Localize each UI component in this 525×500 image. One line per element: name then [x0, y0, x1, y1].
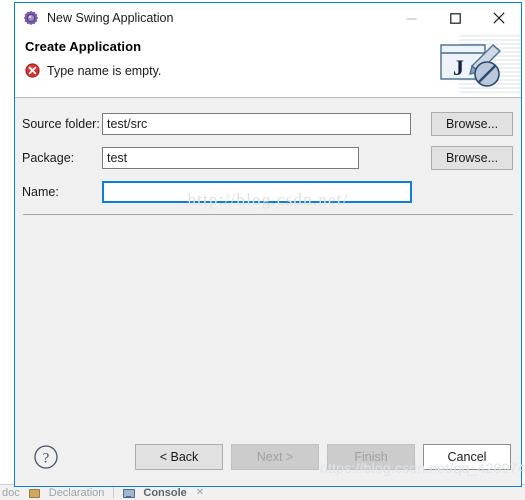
back-button[interactable]: < Back: [135, 444, 223, 470]
form-separator: [23, 214, 513, 215]
new-swing-application-dialog: New Swing Application Create Application: [14, 2, 525, 487]
background-tab-label: Console: [143, 486, 187, 499]
package-input[interactable]: [102, 147, 359, 169]
dialog-footer: ? < Back Next > Finish Cancel https://bl…: [15, 428, 525, 486]
source-folder-browse-button[interactable]: Browse...: [431, 112, 513, 136]
tab-divider: [113, 487, 115, 498]
source-folder-input[interactable]: [102, 113, 411, 135]
svg-text:J: J: [453, 55, 464, 80]
dialog-title: New Swing Application: [47, 11, 174, 25]
java-wizard-banner-icon: J: [431, 33, 521, 97]
tab-close-icon[interactable]: ✕: [196, 487, 204, 498]
eclipse-desktop-background: doc Declaration Console ✕ New Swing Appl…: [0, 0, 525, 500]
form-row-source-folder: Source folder: Browse...: [15, 112, 521, 136]
validation-message: Type name is empty.: [47, 63, 162, 78]
help-question-icon[interactable]: ?: [33, 444, 59, 470]
error-icon: [25, 63, 40, 78]
background-tab-label: Declaration: [48, 486, 105, 499]
background-tab-console[interactable]: Console: [143, 487, 186, 499]
close-icon[interactable]: [477, 3, 521, 33]
background-tab-doc[interactable]: doc: [2, 487, 20, 499]
swing-gear-icon: [23, 10, 39, 26]
dialog-body: Source folder: Browse... Package: Browse…: [15, 98, 521, 428]
center-watermark: http://blog.csdn.net/: [187, 190, 349, 209]
package-browse-button[interactable]: Browse...: [431, 146, 513, 170]
console-icon: [123, 488, 136, 498]
package-label: Package:: [22, 151, 75, 165]
maximize-icon[interactable]: [433, 3, 477, 33]
background-tab-label: doc: [2, 486, 20, 499]
next-button: Next >: [231, 444, 319, 470]
minimize-icon[interactable]: [389, 3, 433, 33]
declaration-icon: [28, 488, 40, 498]
dialog-titlebar[interactable]: New Swing Application: [15, 3, 521, 33]
dialog-header: Create Application Type name is empty. J: [15, 33, 521, 98]
background-tab-declaration[interactable]: Declaration: [49, 487, 105, 499]
form-row-package: Package: Browse...: [15, 146, 521, 170]
svg-text:?: ?: [43, 451, 50, 467]
source-folder-label: Source folder:: [22, 117, 100, 131]
footer-watermark: https://blog.csdn.net/qq_42897427: [320, 460, 525, 476]
